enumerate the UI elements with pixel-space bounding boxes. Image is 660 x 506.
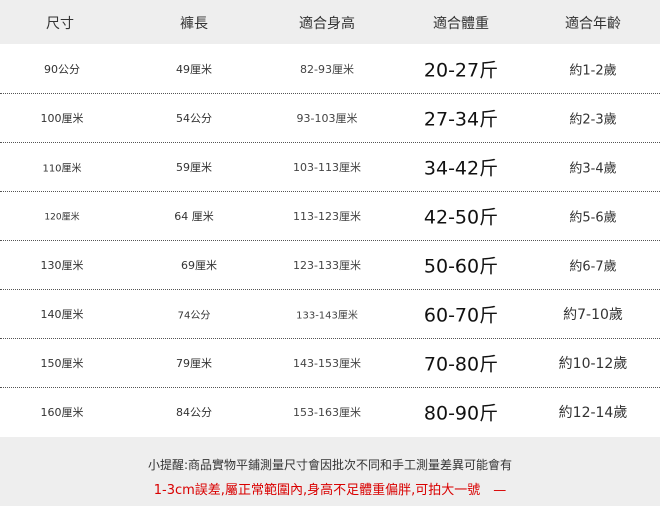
height-cell: 143-153厘米 [293,356,361,370]
reminder-line-2: 1-3cm誤差,屬正常範圍內,身高不足體重偏胖,可拍大一號 — [153,483,507,498]
size-chart: 尺寸 褲長 適合身高 適合體重 適合年齡 90公分 49厘米 82-93厘米 2… [0,0,660,506]
height-cell: 123-133厘米 [293,258,361,272]
size-cell: 130厘米 [40,258,84,272]
header-weight: 適合體重 [433,16,489,32]
size-cell: 100厘米 [40,111,84,125]
length-cell: 79厘米 [176,356,212,370]
size-cell: 90公分 [44,62,80,76]
height-cell: 93-103厘米 [296,111,358,125]
age-cell: 約6-7歲 [569,259,617,274]
reminder-line-1: 小提醒:商品實物平鋪測量尺寸會因批次不同和手工測量差異可能會有 [147,458,513,472]
age-cell: 約1-2歲 [569,63,617,78]
height-cell: 82-93厘米 [300,62,354,76]
table-row: 140厘米 74公分 133-143厘米 60-70斤 約7-10歲 [0,289,660,338]
length-cell: 54公分 [176,111,212,125]
header-length: 褲長 [180,16,208,32]
height-cell: 113-123厘米 [293,209,361,223]
weight-cell: 50-60斤 [423,255,499,277]
reminder-note: 小提醒:商品實物平鋪測量尺寸會因批次不同和手工測量差異可能會有 1-3cm誤差,… [0,437,660,506]
length-cell: 59厘米 [176,160,212,174]
age-cell: 約7-10歲 [563,306,623,323]
size-cell: 110厘米 [42,163,82,174]
length-cell: 74公分 [177,310,211,321]
weight-cell: 70-80斤 [423,353,499,375]
weight-cell: 27-34斤 [423,108,499,130]
weight-cell: 80-90斤 [423,402,499,424]
length-cell: 84公分 [176,405,212,419]
weight-cell: 20-27斤 [423,59,499,81]
height-cell: 153-163厘米 [293,405,361,419]
table-row: 100厘米 54公分 93-103厘米 27-34斤 約2-3歲 [0,93,660,142]
weight-cell: 34-42斤 [423,157,499,179]
table-row: 90公分 49厘米 82-93厘米 20-27斤 約1-2歲 [0,44,660,93]
length-cell: 64 厘米 [174,209,214,223]
age-cell: 約12-14歲 [558,404,628,421]
length-cell: 49厘米 [176,62,212,76]
table-row: 150厘米 79厘米 143-153厘米 70-80斤 約10-12歲 [0,338,660,387]
length-cell: 69厘米 [181,258,217,272]
header-age: 適合年齡 [565,16,621,32]
size-cell: 160厘米 [40,405,84,419]
size-cell: 120厘米 [44,212,80,222]
age-cell: 約5-6歲 [569,210,617,225]
table-row: 160厘米 84公分 153-163厘米 80-90斤 約12-14歲 [0,387,660,436]
age-cell: 約3-4歲 [569,161,617,176]
age-cell: 約2-3歲 [569,112,617,127]
height-cell: 133-143厘米 [296,310,358,321]
header-height: 適合身高 [299,16,355,32]
height-cell: 103-113厘米 [293,160,361,174]
weight-cell: 60-70斤 [423,304,499,326]
table-row: 110厘米 59厘米 103-113厘米 34-42斤 約3-4歲 [0,142,660,191]
size-cell: 140厘米 [40,307,84,321]
weight-cell: 42-50斤 [423,206,499,228]
header-size: 尺寸 [46,16,74,32]
table-row: 120厘米 64 厘米 113-123厘米 42-50斤 約5-6歲 [0,191,660,240]
table-row: 130厘米 69厘米 123-133厘米 50-60斤 約6-7歲 [0,240,660,289]
table-header: 尺寸 褲長 適合身高 適合體重 適合年齡 [0,0,660,44]
size-cell: 150厘米 [40,356,84,370]
age-cell: 約10-12歲 [558,355,628,372]
